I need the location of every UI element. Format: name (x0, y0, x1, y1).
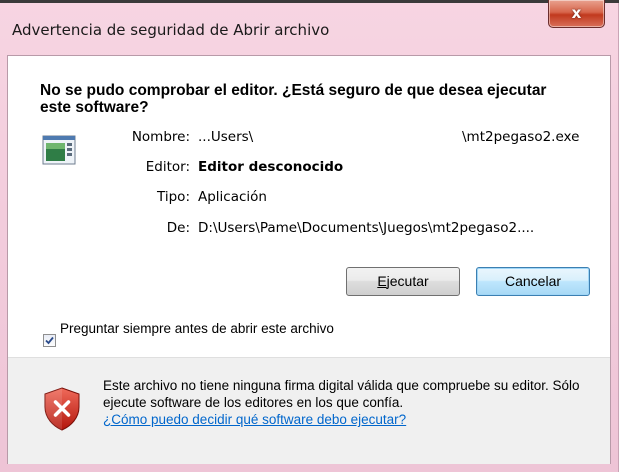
dialog-content: No se pudo comprobar el editor. ¿Está se… (7, 55, 611, 464)
field-type-value: Aplicación (198, 189, 267, 205)
field-name-value: ...Users\ (198, 129, 254, 145)
field-name-value-suffix: \mt2pegaso2.exe (462, 129, 580, 145)
run-button[interactable]: Ejecutar (346, 267, 460, 296)
close-button[interactable]: x (548, 0, 605, 28)
footer-message: Este archivo no tiene ninguna firma digi… (103, 378, 580, 410)
run-button-label: jecutar (386, 273, 429, 289)
redacted-path-area (282, 119, 460, 141)
window-title: Advertencia de seguridad de Abrir archiv… (12, 21, 330, 39)
footer-message-block: Este archivo no tiene ninguna firma digi… (103, 377, 593, 428)
field-from-label: De: (166, 220, 190, 236)
always-ask-checkbox[interactable] (43, 334, 56, 347)
checkmark-icon (45, 336, 54, 345)
field-editor-label: Editor: (145, 159, 190, 175)
field-editor-value: Editor desconocido (198, 159, 344, 175)
footer-panel: Este archivo no tiene ninguna firma digi… (8, 357, 610, 464)
field-type-label: Tipo: (157, 189, 190, 205)
help-link[interactable]: ¿Cómo puedo decidir qué software debo ej… (103, 412, 406, 427)
run-button-accelerator: E (377, 273, 387, 289)
field-from-value: D:\Users\Pame\Documents\Juegos\mt2pegaso… (198, 220, 535, 236)
field-name-label: Nombre: (131, 129, 190, 145)
shield-error-icon (44, 387, 80, 431)
always-ask-label[interactable]: Preguntar siempre antes de abrir este ar… (60, 320, 360, 337)
security-warning-dialog: Advertencia de seguridad de Abrir archiv… (0, 0, 619, 472)
cancel-button[interactable]: Cancelar (476, 267, 590, 296)
application-window-icon (42, 135, 76, 165)
window-top-edge (0, 0, 619, 3)
warning-heading: No se pudo comprobar el editor. ¿Está se… (40, 82, 547, 116)
